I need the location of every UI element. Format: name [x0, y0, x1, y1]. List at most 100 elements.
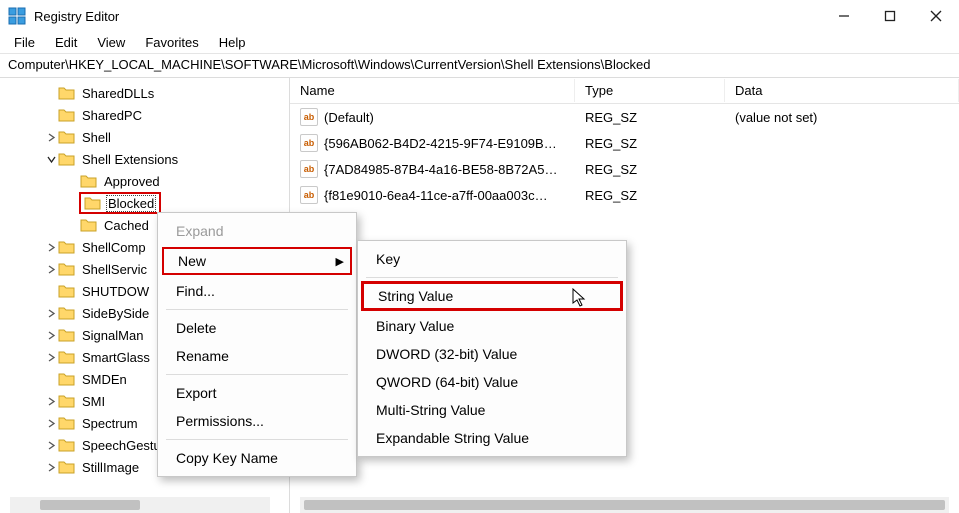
folder-icon [58, 282, 76, 300]
ctx-separator [166, 439, 348, 440]
folder-icon [80, 216, 98, 234]
value-data [725, 141, 959, 145]
folder-icon [58, 436, 76, 454]
list-row[interactable]: ab {f81e9010-6ea4-11ce-a7ff-00aa003c… REG_… [290, 182, 959, 208]
ctx-export[interactable]: Export [160, 379, 354, 407]
value-type: REG_SZ [575, 134, 725, 153]
list-horizontal-scrollbar[interactable] [300, 497, 949, 513]
folder-icon [58, 84, 76, 102]
tree-item-label: ShellServic [80, 261, 149, 278]
tree-item[interactable]: SharedDLLs [6, 82, 289, 104]
column-header-type[interactable]: Type [575, 79, 725, 102]
tree-item-label: ShellComp [80, 239, 148, 256]
folder-icon [58, 304, 76, 322]
value-type: REG_SZ [575, 108, 725, 127]
menu-file[interactable]: File [4, 33, 45, 52]
ctx-find[interactable]: Find... [160, 277, 354, 305]
folder-icon [58, 458, 76, 476]
window-controls [821, 0, 959, 32]
context-submenu-new: Key String Value Binary Value DWORD (32-… [357, 240, 627, 457]
folder-icon [58, 414, 76, 432]
string-value-icon: ab [300, 186, 318, 204]
tree-item-label: SmartGlass [80, 349, 152, 366]
expander-icon[interactable] [44, 265, 58, 274]
list-row[interactable]: ab{596AB062-B4D2-4215-9F74-E9109B…REG_SZ [290, 130, 959, 156]
value-type: REG_SZ [575, 186, 725, 205]
tree-item-label: SMI [80, 393, 107, 410]
maximize-button[interactable] [867, 0, 913, 32]
ctx-rename[interactable]: Rename [160, 342, 354, 370]
minimize-button[interactable] [821, 0, 867, 32]
tree-item[interactable]: Shell [6, 126, 289, 148]
ctx-new-dword[interactable]: DWORD (32-bit) Value [360, 340, 624, 368]
chevron-right-icon: ▶ [336, 255, 344, 268]
value-name: {596AB062-B4D2-4215-9F74-E9109B… [324, 136, 557, 151]
folder-icon [58, 260, 76, 278]
folder-icon [84, 194, 102, 212]
value-data: (value not set) [725, 108, 959, 127]
column-header-name[interactable]: Name [290, 79, 575, 102]
expander-icon[interactable] [44, 243, 58, 252]
ctx-new-string[interactable]: String Value [362, 282, 622, 310]
value-type: REG_SZ [575, 160, 725, 179]
tree-item-label: SideBySide [80, 305, 151, 322]
address-bar[interactable]: Computer\HKEY_LOCAL_MACHINE\SOFTWARE\Mic… [0, 54, 959, 78]
folder-icon [58, 326, 76, 344]
value-name: {f81e9010-6ea4-11ce-a7ff-00aa003c… [324, 188, 548, 203]
tree-item-label: SignalMan [80, 327, 145, 344]
tree-item-label: StillImage [80, 459, 141, 476]
folder-icon [58, 392, 76, 410]
menu-edit[interactable]: Edit [45, 33, 87, 52]
tree-item[interactable]: Shell Extensions [6, 148, 289, 170]
expander-icon[interactable] [44, 419, 58, 428]
value-name: (Default) [324, 110, 374, 125]
folder-icon [58, 106, 76, 124]
ctx-separator [166, 374, 348, 375]
tree-horizontal-scrollbar[interactable] [10, 497, 270, 513]
tree-item[interactable]: Approved [6, 170, 289, 192]
expander-icon[interactable] [44, 397, 58, 406]
context-menu: Expand New ▶ Find... Delete Rename Expor… [157, 212, 357, 477]
expander-icon[interactable] [44, 441, 58, 450]
column-header-data[interactable]: Data [725, 79, 959, 102]
ctx-new-expandable-string[interactable]: Expandable String Value [360, 424, 624, 452]
menu-view[interactable]: View [87, 33, 135, 52]
menu-help[interactable]: Help [209, 33, 256, 52]
list-row[interactable]: ab{7AD84985-87B4-4a16-BE58-8B72A5…REG_SZ [290, 156, 959, 182]
expander-icon[interactable] [44, 309, 58, 318]
tree-item-label: Shell Extensions [80, 151, 180, 168]
menu-favorites[interactable]: Favorites [135, 33, 208, 52]
tree-item-label: SharedDLLs [80, 85, 156, 102]
tree-item-label: Approved [102, 173, 162, 190]
folder-icon [80, 172, 98, 190]
expander-icon[interactable] [44, 331, 58, 340]
value-data [725, 167, 959, 171]
ctx-copy-key-name[interactable]: Copy Key Name [160, 444, 354, 472]
tree-item-label: Shell [80, 129, 113, 146]
string-value-icon: ab [300, 108, 318, 126]
tree-item[interactable]: SharedPC [6, 104, 289, 126]
ctx-new-qword[interactable]: QWORD (64-bit) Value [360, 368, 624, 396]
expander-icon[interactable] [44, 155, 58, 164]
list-row[interactable]: ab (Default) REG_SZ(value not set) [290, 104, 959, 130]
tree-item-label: Cached [102, 217, 151, 234]
folder-icon [58, 150, 76, 168]
expander-icon[interactable] [44, 133, 58, 142]
ctx-expand[interactable]: Expand [160, 217, 354, 245]
ctx-new-binary[interactable]: Binary Value [360, 312, 624, 340]
tree-item-label: Spectrum [80, 415, 140, 432]
titlebar: Registry Editor [0, 0, 959, 32]
ctx-delete[interactable]: Delete [160, 314, 354, 342]
tree-item-label: Blocked [106, 195, 156, 212]
ctx-new[interactable]: New ▶ [162, 247, 352, 275]
close-button[interactable] [913, 0, 959, 32]
window-title: Registry Editor [34, 9, 821, 24]
ctx-new-key[interactable]: Key [360, 245, 624, 273]
tree-item-label: SharedPC [80, 107, 144, 124]
tree-item[interactable]: Blocked [6, 192, 289, 214]
ctx-new-multi-string[interactable]: Multi-String Value [360, 396, 624, 424]
list-body: ab(Default)REG_SZ(value not set)ab{596AB… [290, 104, 959, 208]
expander-icon[interactable] [44, 463, 58, 472]
expander-icon[interactable] [44, 353, 58, 362]
ctx-permissions[interactable]: Permissions... [160, 407, 354, 435]
